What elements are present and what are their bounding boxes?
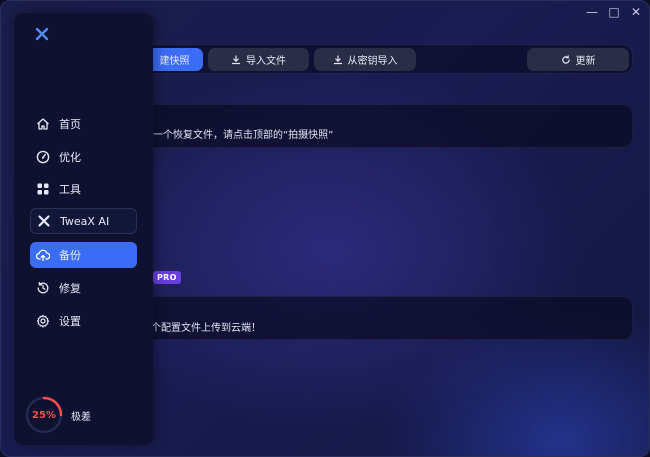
app-logo-icon — [35, 27, 49, 41]
take-snapshot-label: 建快照 — [159, 56, 190, 67]
sidebar-item-repair[interactable]: 修复 — [30, 275, 137, 301]
sidebar-item-label: 优化 — [59, 151, 81, 164]
sidebar-item-label: 首页 — [59, 118, 81, 131]
cloud-backup-message: 个配置文件上传到云端！ — [151, 323, 261, 334]
cloud-backup-card: 个配置文件上传到云端！ — [141, 296, 633, 340]
sidebar-item-backup[interactable]: 备份 — [30, 242, 137, 268]
sidebar-item-tweax-ai[interactable]: TweaX AI — [30, 208, 137, 234]
snapshot-empty-message: 一个恢复文件，请点击顶部的“拍摄快照” — [153, 130, 334, 141]
backup-toolbar: 建快照 导入文件 从密钥导入 更新 — [141, 44, 633, 74]
health-percent: 25% — [32, 409, 56, 421]
refresh-label: 更新 — [575, 56, 596, 67]
sidebar-item-label: 备份 — [59, 249, 81, 262]
take-snapshot-button[interactable]: 建快照 — [146, 48, 203, 71]
import-from-key-button[interactable]: 从密钥导入 — [314, 48, 416, 71]
pro-badge: PRO — [153, 271, 181, 284]
sidebar-item-label: TweaX AI — [60, 214, 110, 228]
snapshot-empty-card: 一个恢复文件，请点击顶部的“拍摄快照” — [141, 104, 633, 148]
refresh-button[interactable]: 更新 — [527, 48, 629, 71]
sidebar-item-label: 修复 — [59, 282, 81, 295]
cloud-upload-icon — [36, 249, 50, 262]
minimize-button[interactable]: — — [585, 5, 599, 19]
refresh-icon — [561, 54, 570, 64]
import-file-label: 导入文件 — [246, 56, 286, 67]
sidebar-item-optimize[interactable]: 优化 — [30, 144, 137, 170]
grid-icon — [37, 183, 49, 195]
import-file-button[interactable]: 导入文件 — [208, 48, 309, 71]
tweax-logo-icon — [38, 215, 50, 227]
close-button[interactable]: ✕ — [629, 5, 643, 19]
window-controls: — □ ✕ — [585, 5, 643, 19]
download-icon — [231, 54, 241, 64]
app-window: — □ ✕ 建快照 导入文件 从密钥导入 更新 一个恢复文件，请点击顶部的“拍摄… — [0, 0, 650, 457]
history-icon — [37, 281, 49, 294]
home-icon — [37, 118, 49, 130]
sidebar-item-label: 工具 — [59, 183, 81, 196]
sidebar: 首页 优化 工具 TweaX AI 备份 修复 设置 25% 极差 — [14, 13, 153, 445]
sidebar-item-settings[interactable]: 设置 — [30, 308, 137, 334]
gear-icon — [36, 314, 50, 328]
health-status-label: 极差 — [71, 412, 91, 423]
gauge-icon — [36, 150, 50, 164]
import-from-key-label: 从密钥导入 — [347, 56, 398, 67]
sidebar-item-home[interactable]: 首页 — [30, 111, 137, 137]
download-icon — [333, 54, 342, 64]
sidebar-item-tools[interactable]: 工具 — [30, 176, 137, 202]
maximize-button[interactable]: □ — [607, 5, 621, 19]
sidebar-item-label: 设置 — [59, 315, 81, 328]
